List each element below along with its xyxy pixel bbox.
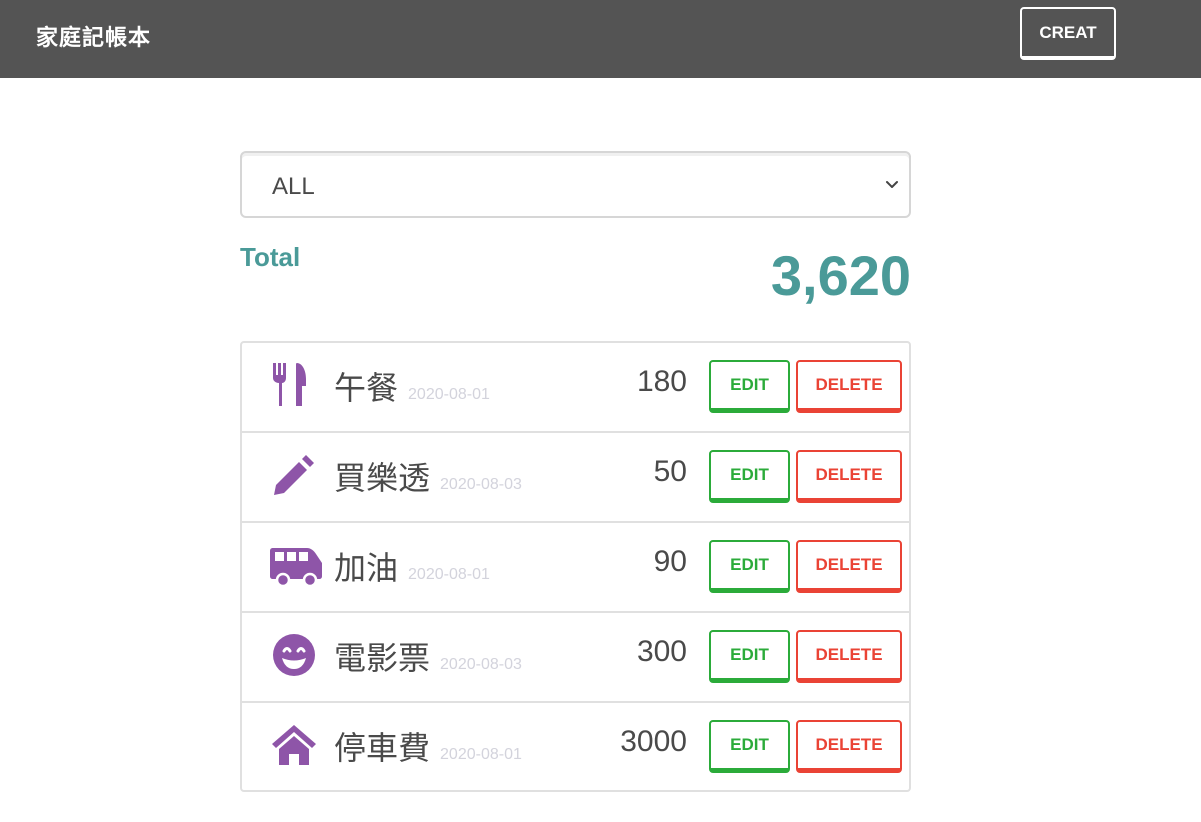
record-amount: 300 [636, 635, 687, 668]
record-title: 電影票 2020-08-03 [334, 639, 522, 677]
home-icon [270, 721, 318, 769]
total-amount: 3,620 [770, 244, 911, 307]
edit-button[interactable]: EDIT [709, 540, 790, 593]
edit-button[interactable]: EDIT [709, 720, 790, 773]
record-amount: 180 [636, 365, 687, 398]
record-date: 2020-08-01 [440, 746, 522, 763]
delete-button[interactable]: DELETE [796, 450, 902, 503]
delete-button[interactable]: DELETE [796, 630, 902, 683]
category-filter-select[interactable]: ALL [240, 151, 911, 218]
record-row: 停車費 2020-08-01 3000 EDIT DELETE [242, 703, 909, 793]
navbar: 家庭記帳本 CREAT [0, 0, 1201, 78]
record-title: 加油 2020-08-01 [334, 549, 490, 587]
record-title: 午餐 2020-08-01 [334, 369, 490, 407]
record-row: 買樂透 2020-08-03 50 EDIT DELETE [242, 433, 909, 523]
record-date: 2020-08-01 [408, 386, 490, 403]
record-date: 2020-08-01 [408, 566, 490, 583]
record-title: 買樂透 2020-08-03 [334, 459, 522, 497]
brand-title[interactable]: 家庭記帳本 [36, 20, 151, 52]
grin-icon [270, 631, 318, 679]
delete-button[interactable]: DELETE [796, 720, 902, 773]
record-list: 午餐 2020-08-01 180 EDIT DELETE 買樂透 2020-08-… [240, 341, 911, 792]
utensils-icon [270, 361, 318, 409]
pencil-icon [270, 451, 318, 499]
record-amount: 50 [653, 455, 687, 488]
record-date: 2020-08-03 [440, 476, 522, 493]
record-row: 電影票 2020-08-03 300 EDIT DELETE [242, 613, 909, 703]
chevron-down-icon [886, 181, 898, 188]
record-row: 午餐 2020-08-01 180 EDIT DELETE [242, 343, 909, 433]
total-label: Total [240, 242, 301, 272]
record-date: 2020-08-03 [440, 656, 522, 673]
record-title: 停車費 2020-08-01 [334, 729, 522, 767]
record-amount: 3000 [620, 725, 687, 758]
delete-button[interactable]: DELETE [796, 360, 902, 413]
record-amount: 90 [653, 545, 687, 578]
create-button[interactable]: CREAT [1020, 7, 1116, 60]
filter-selected-value: ALL [272, 173, 315, 200]
edit-button[interactable]: EDIT [709, 450, 790, 503]
shuttle-van-icon [270, 541, 324, 589]
edit-button[interactable]: EDIT [709, 360, 790, 413]
edit-button[interactable]: EDIT [709, 630, 790, 683]
delete-button[interactable]: DELETE [796, 540, 902, 593]
record-row: 加油 2020-08-01 90 EDIT DELETE [242, 523, 909, 613]
